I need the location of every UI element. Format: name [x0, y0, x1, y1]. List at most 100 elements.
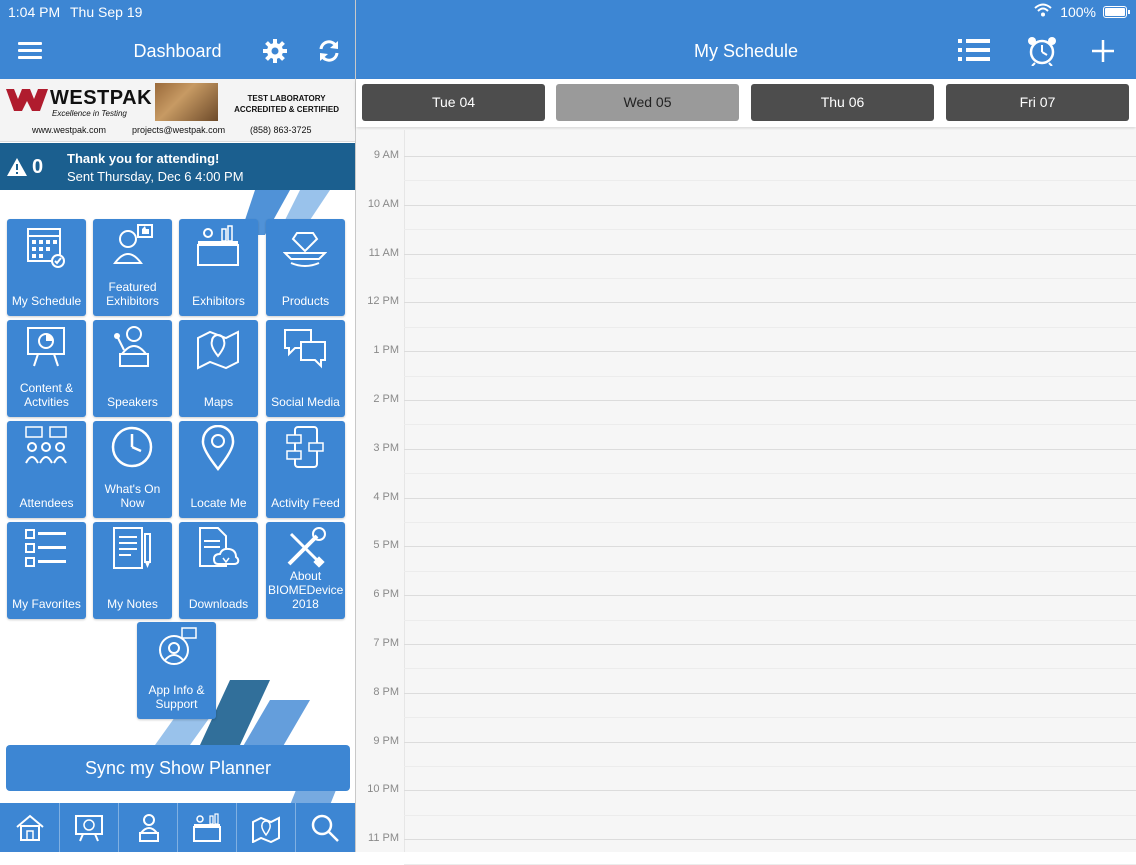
plus-icon[interactable] — [1092, 40, 1114, 62]
hour-line — [404, 351, 1136, 353]
tile-attendees[interactable]: Attendees — [7, 421, 86, 518]
battery-icon — [1103, 6, 1130, 18]
tab-content[interactable] — [59, 803, 119, 852]
person-thumbs-up-icon — [113, 224, 153, 264]
hour-line — [404, 448, 1136, 450]
time-label: 11 AM — [368, 246, 399, 259]
tile-speakers[interactable]: Speakers — [93, 320, 172, 417]
tile-label: Activity Feed — [271, 496, 340, 510]
refresh-icon[interactable] — [316, 38, 342, 64]
tab-speakers[interactable] — [118, 803, 178, 852]
day-tab[interactable]: Fri 07 — [946, 84, 1129, 121]
tab-search[interactable] — [295, 803, 354, 852]
tab-exhibitors[interactable] — [177, 803, 237, 852]
search-icon — [311, 814, 339, 842]
sponsor-banner[interactable]: WESTPAK Excellence in Testing TEST LABOR… — [0, 79, 355, 142]
time-label: 1 PM — [373, 344, 399, 357]
sync-show-planner-button[interactable]: Sync my Show Planner — [6, 745, 350, 791]
wrench-screwdriver-icon — [287, 527, 326, 568]
status-date: Thu Sep 19 — [70, 4, 143, 20]
map-icon — [197, 330, 239, 370]
tile-app-info-support[interactable]: App Info & Support — [137, 622, 216, 719]
day-tab-selected[interactable]: Wed 05 — [556, 84, 739, 121]
tile-content-activities[interactable]: Content & Actvities — [7, 320, 86, 417]
tile-maps[interactable]: Maps — [179, 320, 258, 417]
day-tab[interactable]: Tue 04 — [362, 84, 545, 121]
tile-exhibitors[interactable]: Exhibitors — [179, 219, 258, 316]
tile-downloads[interactable]: Downloads — [179, 522, 258, 619]
half-hour-line — [404, 424, 1136, 426]
half-hour-line — [404, 814, 1136, 816]
half-hour-line — [404, 717, 1136, 719]
half-hour-line — [404, 766, 1136, 767]
tile-products[interactable]: Products — [266, 219, 345, 316]
tile-whats-on-now[interactable]: What's On Now — [93, 421, 172, 518]
attendees-group-icon — [25, 426, 67, 464]
banner-website: www.westpak.com — [32, 125, 107, 135]
tile-social-media[interactable]: Social Media — [266, 320, 345, 417]
presentation-board-icon — [27, 327, 65, 367]
half-hour-line — [404, 570, 1136, 572]
time-label: 3 PM — [373, 441, 399, 454]
wifi-icon — [1034, 3, 1052, 17]
hour-line — [404, 644, 1136, 645]
hour-line — [404, 302, 1136, 304]
tile-label: Locate Me — [190, 496, 247, 510]
clock-icon — [111, 426, 153, 468]
schedule-pane: My Schedule Tue 04 Wed 05 Thu 06 Fri 07 … — [356, 0, 1136, 865]
list-icon[interactable] — [958, 39, 990, 61]
tile-my-schedule[interactable]: My Schedule — [7, 219, 86, 316]
time-label: 4 PM — [373, 490, 399, 503]
status-time: 1:04 PM — [8, 4, 61, 20]
tile-activity-feed[interactable]: Activity Feed — [266, 421, 345, 518]
tile-my-notes[interactable]: My Notes — [93, 522, 172, 619]
phone-feed-icon — [286, 426, 324, 468]
banner-email: projects@westpak.com — [132, 125, 226, 135]
dashboard-pane: Dashboard WESTPAK Excellence in Testing … — [0, 0, 355, 852]
tile-my-favorites[interactable]: My Favorites — [7, 522, 86, 619]
alarm-clock-icon[interactable] — [1027, 36, 1057, 66]
tile-locate-me[interactable]: Locate Me — [179, 421, 258, 518]
half-hour-line — [404, 863, 1136, 865]
tile-label: Exhibitors — [192, 294, 245, 308]
half-hour-line — [404, 522, 1136, 523]
tile-label: What's On Now — [104, 482, 161, 510]
day-selector: Tue 04 Wed 05 Thu 06 Fri 07 — [356, 79, 1136, 127]
tile-label: Featured Exhibitors — [106, 280, 159, 308]
tile-label: Social Media — [271, 395, 340, 409]
document-cloud-icon — [199, 527, 240, 567]
tile-label: Attendees — [19, 496, 74, 510]
banner-line2: ACCREDITED & CERTIFIED — [234, 105, 339, 114]
dashboard-title: Dashboard — [133, 41, 222, 61]
hour-line — [404, 692, 1136, 694]
alert-title: Thank you for attending! — [67, 151, 220, 166]
banner-photo — [155, 83, 218, 121]
hour-line — [404, 253, 1136, 255]
half-hour-line — [404, 473, 1136, 475]
time-label: 2 PM — [373, 393, 399, 405]
presentation-board-icon — [75, 815, 103, 842]
time-label: 10 PM — [367, 783, 399, 796]
gear-icon[interactable] — [262, 38, 288, 64]
schedule-grid[interactable]: 9 AM 10 AM 11 AM 12 PM 1 PM 2 PM 3 PM 4 PM 5 PM 6… — [356, 130, 1136, 865]
home-icon — [16, 814, 44, 841]
day-tab[interactable]: Thu 06 — [751, 84, 934, 121]
tile-featured-exhibitors[interactable]: Featured Exhibitors — [93, 219, 172, 316]
time-label: 10 AM — [367, 197, 399, 210]
checklist-icon — [25, 529, 66, 567]
tile-label: My Notes — [107, 597, 158, 611]
banner-phone: (858) 863-3725 — [250, 125, 312, 135]
tile-about[interactable]: About BIOMEDevice 2018 — [266, 522, 345, 619]
tab-maps[interactable] — [236, 803, 296, 852]
tab-home[interactable] — [0, 803, 60, 852]
time-label: 8 PM — [373, 685, 399, 698]
tile-label: Products — [281, 294, 330, 308]
time-label: 9 AM — [373, 149, 399, 161]
westpak-logo-icon — [6, 89, 48, 111]
alert-bar[interactable]: 0 Thank you for attending! Sent Thursday… — [0, 143, 355, 190]
hour-line — [404, 595, 1136, 597]
banner-brand: WESTPAK — [50, 87, 153, 109]
half-hour-line — [404, 229, 1136, 231]
hour-line — [404, 204, 1136, 206]
half-hour-line — [404, 668, 1136, 670]
